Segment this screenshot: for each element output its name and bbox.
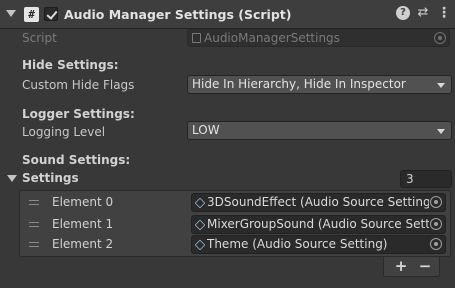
object-picker-icon[interactable] (430, 238, 442, 250)
add-element-button[interactable]: + (392, 258, 410, 274)
custom-hide-flags-value: Hide In Hierarchy, Hide In Inspector (192, 77, 406, 91)
drag-handle-icon[interactable] (29, 200, 39, 205)
script-file-icon (192, 33, 201, 43)
hide-settings-heading: Hide Settings: (22, 58, 119, 72)
element-value: 3DSoundEffect (Audio Source Setting) (207, 195, 429, 209)
drag-handle-icon[interactable] (29, 222, 39, 227)
more-icon[interactable]: ⋮ (437, 6, 451, 20)
custom-hide-flags-dropdown[interactable]: Hide In Hierarchy, Hide In Inspector (187, 75, 452, 94)
list-footer: + − (383, 257, 440, 277)
element-label: Element 1 (52, 217, 114, 231)
list-size-field[interactable]: 3 (400, 170, 452, 188)
logger-settings-heading: Logger Settings: (22, 107, 135, 121)
collapse-arrow-icon[interactable] (6, 10, 16, 17)
remove-element-button[interactable]: − (416, 258, 434, 274)
element-value: MixerGroupSound (Audio Source Setting) (207, 217, 429, 231)
script-icon: # (24, 7, 39, 22)
script-field[interactable]: AudioManagerSettings (187, 29, 450, 47)
object-picker-icon[interactable] (430, 196, 442, 208)
list-collapse-arrow-icon[interactable] (7, 175, 17, 182)
element-object-field[interactable]: 3DSoundEffect (Audio Source Setting) (191, 193, 446, 212)
asset-icon (194, 239, 206, 251)
asset-icon (194, 197, 206, 209)
settings-list: Element 0 3DSoundEffect (Audio Source Se… (19, 190, 451, 257)
object-picker-icon[interactable] (430, 218, 442, 230)
element-object-field[interactable]: MixerGroupSound (Audio Source Setting) (191, 215, 446, 234)
sound-settings-heading: Sound Settings: (22, 153, 131, 167)
logging-level-value: LOW (192, 123, 220, 137)
component-title: Audio Manager Settings (Script) (64, 7, 292, 22)
drag-handle-icon[interactable] (29, 242, 39, 247)
object-picker-icon[interactable] (434, 32, 446, 44)
logging-level-label: Logging Level (22, 125, 106, 139)
presets-icon[interactable]: ⇄ (416, 6, 430, 20)
element-label: Element 2 (52, 237, 114, 251)
settings-list-label[interactable]: Settings (22, 171, 79, 185)
script-label: Script (22, 31, 57, 45)
script-field-value: AudioManagerSettings (204, 31, 340, 45)
asset-icon (194, 219, 206, 231)
component-header[interactable]: # Audio Manager Settings (Script) ? ⇄ ⋮ (0, 0, 455, 29)
help-icon[interactable]: ? (396, 6, 410, 20)
dropdown-arrow-icon (437, 83, 445, 88)
component-enabled-checkbox[interactable] (44, 7, 58, 21)
dropdown-arrow-icon (437, 129, 445, 134)
list-item[interactable]: Element 2 Theme (Audio Source Setting) (20, 234, 450, 255)
list-item[interactable]: Element 1 MixerGroupSound (Audio Source … (20, 214, 450, 235)
logging-level-dropdown[interactable]: LOW (187, 121, 452, 140)
element-object-field[interactable]: Theme (Audio Source Setting) (191, 235, 446, 254)
element-label: Element 0 (52, 195, 114, 209)
element-value: Theme (Audio Source Setting) (207, 237, 388, 251)
list-item[interactable]: Element 0 3DSoundEffect (Audio Source Se… (20, 192, 450, 213)
custom-hide-flags-label: Custom Hide Flags (22, 78, 135, 92)
